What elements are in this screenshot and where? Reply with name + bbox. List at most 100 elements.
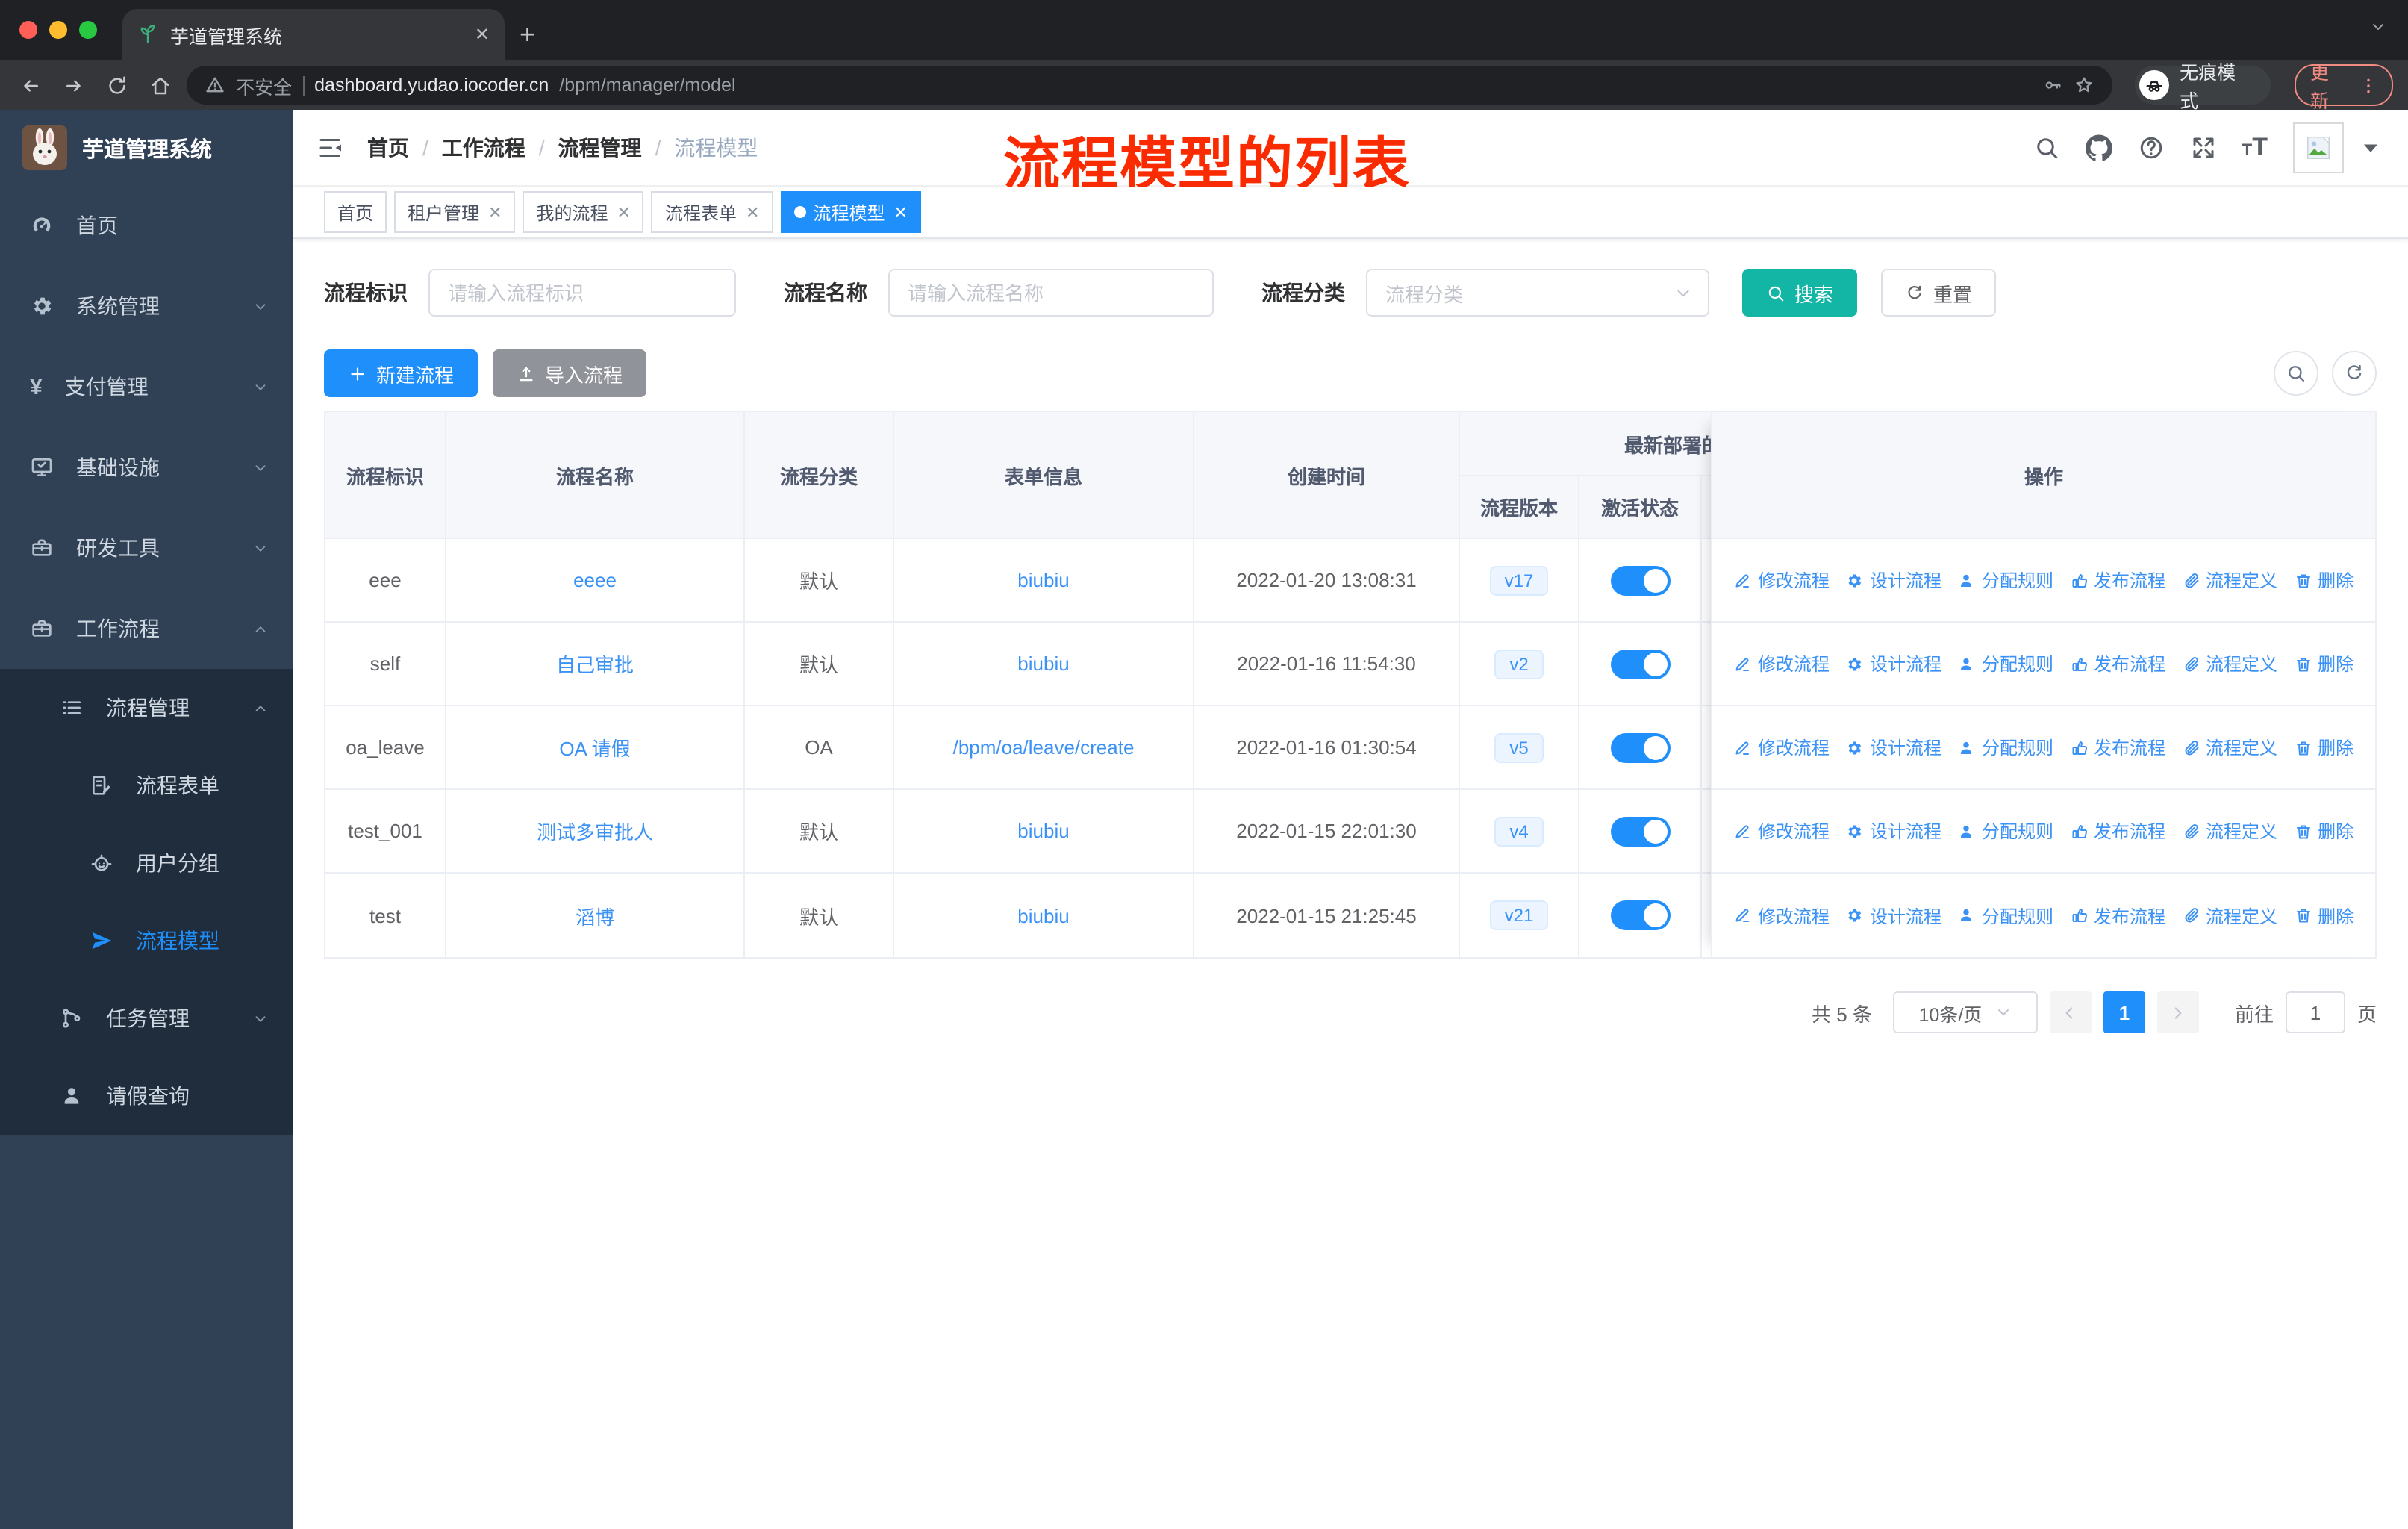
search-button[interactable]: 搜索 xyxy=(1742,269,1858,317)
action-publish-link[interactable]: 发布流程 xyxy=(2070,567,2165,593)
action-publish-link[interactable]: 发布流程 xyxy=(2070,651,2165,676)
hamburger-icon[interactable] xyxy=(316,134,343,161)
active-toggle[interactable] xyxy=(1610,816,1670,846)
tag-首页[interactable]: 首页 xyxy=(324,191,387,233)
action-modify-link[interactable]: 修改流程 xyxy=(1734,651,1830,676)
next-page-button[interactable] xyxy=(2156,991,2199,1033)
page-size-select[interactable]: 10条/页 xyxy=(1892,991,2038,1033)
sidebar-item-system[interactable]: 系统管理 xyxy=(0,266,293,346)
reload-icon[interactable] xyxy=(101,74,134,96)
breadcrumb-item[interactable]: 流程管理 xyxy=(558,133,642,163)
reset-button[interactable]: 重置 xyxy=(1881,269,1997,317)
form-info-link[interactable]: biubiu xyxy=(1017,820,1069,842)
address-bar[interactable]: 不安全 dashboard.yudao.iocoder.cn/bpm/manag… xyxy=(187,66,2113,105)
action-assign-rule-link[interactable]: 分配规则 xyxy=(1958,903,2053,928)
fullscreen-icon[interactable] xyxy=(2190,134,2217,161)
process-name-link[interactable]: 测试多审批人 xyxy=(537,817,653,845)
search-icon[interactable] xyxy=(2033,134,2060,161)
sidebar-item-devtools[interactable]: 研发工具 xyxy=(0,508,293,588)
tag-close-icon[interactable]: ✕ xyxy=(488,202,502,222)
update-label[interactable]: 更新 xyxy=(2310,57,2347,113)
prev-page-button[interactable] xyxy=(2049,991,2092,1033)
action-delete-link[interactable]: 删除 xyxy=(2294,735,2354,760)
action-assign-rule-link[interactable]: 分配规则 xyxy=(1958,567,2053,593)
sidebar-logo[interactable]: 芋道管理系统 xyxy=(0,110,293,185)
sidebar-item-payment[interactable]: ¥ 支付管理 xyxy=(0,346,293,427)
action-publish-link[interactable]: 发布流程 xyxy=(2070,735,2165,760)
action-publish-link[interactable]: 发布流程 xyxy=(2070,903,2165,928)
process-name-link[interactable]: 滔博 xyxy=(576,901,614,929)
action-modify-link[interactable]: 修改流程 xyxy=(1734,903,1830,928)
active-toggle[interactable] xyxy=(1610,649,1670,679)
security-label[interactable]: 不安全 xyxy=(236,71,292,99)
caret-down-icon[interactable] xyxy=(2357,134,2384,161)
process-name-link[interactable]: OA 请假 xyxy=(559,733,630,762)
browser-update-button[interactable]: 更新 xyxy=(2295,63,2393,112)
tag-流程模型[interactable]: 流程模型 ✕ xyxy=(780,191,921,233)
sidebar-item-process-form[interactable]: 流程表单 xyxy=(0,747,293,824)
font-size-icon[interactable]: TT xyxy=(2242,133,2268,163)
action-delete-link[interactable]: 删除 xyxy=(2294,651,2354,676)
tag-close-icon[interactable]: ✕ xyxy=(617,202,631,222)
sidebar-item-process-model[interactable]: 流程模型 xyxy=(0,902,293,980)
security-warning-icon[interactable] xyxy=(205,75,225,96)
form-info-link[interactable]: biubiu xyxy=(1017,569,1069,591)
sidebar-item-home[interactable]: 首页 xyxy=(0,185,293,266)
tag-close-icon[interactable]: ✕ xyxy=(746,202,759,222)
refresh-table-button[interactable] xyxy=(2332,351,2377,396)
action-design-link[interactable]: 设计流程 xyxy=(1846,735,1941,760)
action-definition-link[interactable]: 流程定义 xyxy=(2182,818,2277,844)
action-definition-link[interactable]: 流程定义 xyxy=(2182,735,2277,760)
process-name-input[interactable] xyxy=(888,269,1214,317)
tag-租户管理[interactable]: 租户管理 ✕ xyxy=(394,191,516,233)
menu-dots-icon[interactable] xyxy=(2359,75,2378,95)
action-delete-link[interactable]: 删除 xyxy=(2294,567,2354,593)
github-icon[interactable] xyxy=(2085,134,2112,161)
create-process-button[interactable]: 新建流程 xyxy=(324,349,478,397)
category-select[interactable]: 流程分类 xyxy=(1366,269,1709,317)
action-design-link[interactable]: 设计流程 xyxy=(1846,651,1941,676)
breadcrumb-item[interactable]: 工作流程 xyxy=(442,133,525,163)
active-toggle[interactable] xyxy=(1610,565,1670,595)
process-key-input[interactable] xyxy=(428,269,736,317)
browser-tab[interactable]: 芋道管理系统 ✕ xyxy=(122,9,505,60)
action-publish-link[interactable]: 发布流程 xyxy=(2070,818,2165,844)
sidebar-item-user-group[interactable]: 用户分组 xyxy=(0,824,293,902)
action-modify-link[interactable]: 修改流程 xyxy=(1734,735,1830,760)
action-design-link[interactable]: 设计流程 xyxy=(1846,567,1941,593)
process-name-link[interactable]: 自己审批 xyxy=(556,650,634,678)
new-tab-button[interactable]: + xyxy=(520,19,535,51)
goto-page-input[interactable]: 1 xyxy=(2285,991,2345,1033)
active-toggle[interactable] xyxy=(1610,732,1670,762)
action-assign-rule-link[interactable]: 分配规则 xyxy=(1958,818,2053,844)
window-zoom-button[interactable] xyxy=(79,21,97,39)
sidebar-item-leave-query[interactable]: 请假查询 xyxy=(0,1057,293,1135)
form-info-link[interactable]: biubiu xyxy=(1017,904,1069,927)
tag-close-icon[interactable]: ✕ xyxy=(893,202,907,222)
action-definition-link[interactable]: 流程定义 xyxy=(2182,651,2277,676)
tag-流程表单[interactable]: 流程表单 ✕ xyxy=(651,191,773,233)
action-assign-rule-link[interactable]: 分配规则 xyxy=(1958,651,2053,676)
bookmark-star-icon[interactable] xyxy=(2074,75,2095,96)
forward-icon[interactable] xyxy=(58,74,91,96)
action-assign-rule-link[interactable]: 分配规则 xyxy=(1958,735,2053,760)
user-avatar[interactable] xyxy=(2293,122,2344,173)
action-delete-link[interactable]: 删除 xyxy=(2294,903,2354,928)
import-process-button[interactable]: 导入流程 xyxy=(493,349,647,397)
action-design-link[interactable]: 设计流程 xyxy=(1846,818,1941,844)
form-info-link[interactable]: biubiu xyxy=(1017,653,1069,675)
form-info-link[interactable]: /bpm/oa/leave/create xyxy=(953,736,1135,759)
sidebar-item-process-management[interactable]: 流程管理 xyxy=(0,669,293,747)
page-number-button[interactable]: 1 xyxy=(2103,991,2145,1033)
tag-我的流程[interactable]: 我的流程 ✕ xyxy=(523,191,644,233)
sidebar-item-infrastructure[interactable]: 基础设施 xyxy=(0,427,293,508)
active-toggle[interactable] xyxy=(1610,900,1670,930)
action-design-link[interactable]: 设计流程 xyxy=(1846,903,1941,928)
sidebar-item-workflow[interactable]: 工作流程 xyxy=(0,588,293,669)
tab-search-icon[interactable] xyxy=(2369,18,2387,36)
tab-close-icon[interactable]: ✕ xyxy=(475,24,490,45)
home-icon[interactable] xyxy=(144,74,177,96)
action-definition-link[interactable]: 流程定义 xyxy=(2182,903,2277,928)
window-close-button[interactable] xyxy=(19,21,37,39)
sidebar-item-task-management[interactable]: 任务管理 xyxy=(0,980,293,1057)
